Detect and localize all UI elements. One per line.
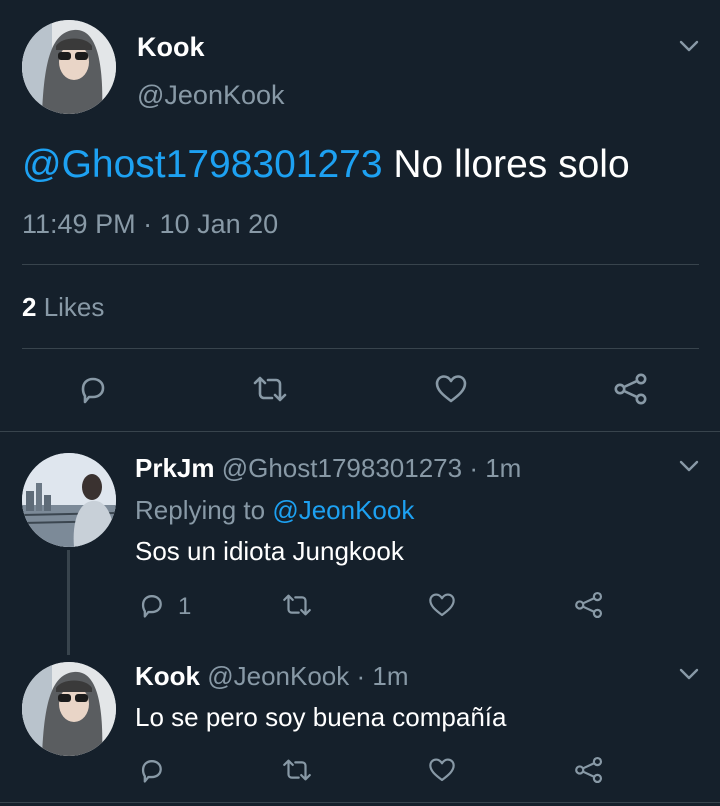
retweet-icon[interactable] <box>280 592 314 618</box>
replying-to-handle[interactable]: @JeonKook <box>272 495 414 525</box>
reply-handle[interactable]: @Ghost1798301273 <box>222 453 462 483</box>
reply-text: Lo se pero soy buena compañía <box>135 702 507 732</box>
author-handle[interactable]: @JeonKook <box>137 80 285 111</box>
reply-display-name[interactable]: PrkJm <box>135 453 215 483</box>
replying-to: Replying to @JeonKook <box>135 495 414 526</box>
reply-avatar[interactable] <box>22 662 116 756</box>
reply-header: Kook @JeonKook · 1m <box>135 661 409 692</box>
like-icon[interactable] <box>433 372 469 406</box>
share-icon[interactable] <box>573 755 605 785</box>
reply-time[interactable]: · 1m <box>349 661 409 691</box>
retweet-icon[interactable] <box>250 374 290 404</box>
tweet-timestamp[interactable]: 11:49 PM · 10 Jan 20 <box>22 209 278 240</box>
author-display-name[interactable]: Kook <box>137 32 205 63</box>
reply-handle[interactable]: @JeonKook <box>207 661 349 691</box>
replying-to-label: Replying to <box>135 495 273 525</box>
divider <box>22 348 699 349</box>
share-icon[interactable] <box>612 372 650 406</box>
chevron-down-icon[interactable] <box>678 666 700 687</box>
reply-icon[interactable] <box>136 590 166 620</box>
tweet-mention[interactable]: @Ghost1798301273 <box>22 143 383 186</box>
thread-line <box>67 550 70 655</box>
bottom-divider <box>0 802 720 803</box>
reply-text: Sos un idiota Jungkook <box>135 536 404 566</box>
divider <box>22 264 699 265</box>
like-icon[interactable] <box>427 590 457 620</box>
tweet-body: No llores solo <box>382 143 630 186</box>
like-icon[interactable] <box>427 755 457 785</box>
chevron-down-icon[interactable] <box>678 458 700 479</box>
reply-icon[interactable] <box>75 372 109 406</box>
retweet-icon[interactable] <box>280 757 314 783</box>
reply-time[interactable]: · 1m <box>462 453 521 483</box>
share-icon[interactable] <box>573 590 605 620</box>
reply-count: 1 <box>178 593 192 620</box>
likes-summary[interactable]: 2 Likes <box>22 292 104 323</box>
reply-header: PrkJm @Ghost1798301273 · 1m <box>135 453 521 484</box>
likes-label: Likes <box>36 292 105 322</box>
tweet-text: @Ghost1798301273 No llores solo <box>22 143 630 187</box>
reply-icon[interactable] <box>136 755 166 785</box>
chevron-down-icon[interactable] <box>678 38 700 59</box>
reply-display-name[interactable]: Kook <box>135 661 200 691</box>
likes-count: 2 <box>22 292 37 322</box>
reply-avatar[interactable] <box>22 453 116 547</box>
author-avatar[interactable] <box>22 20 116 114</box>
section-divider <box>0 431 720 432</box>
